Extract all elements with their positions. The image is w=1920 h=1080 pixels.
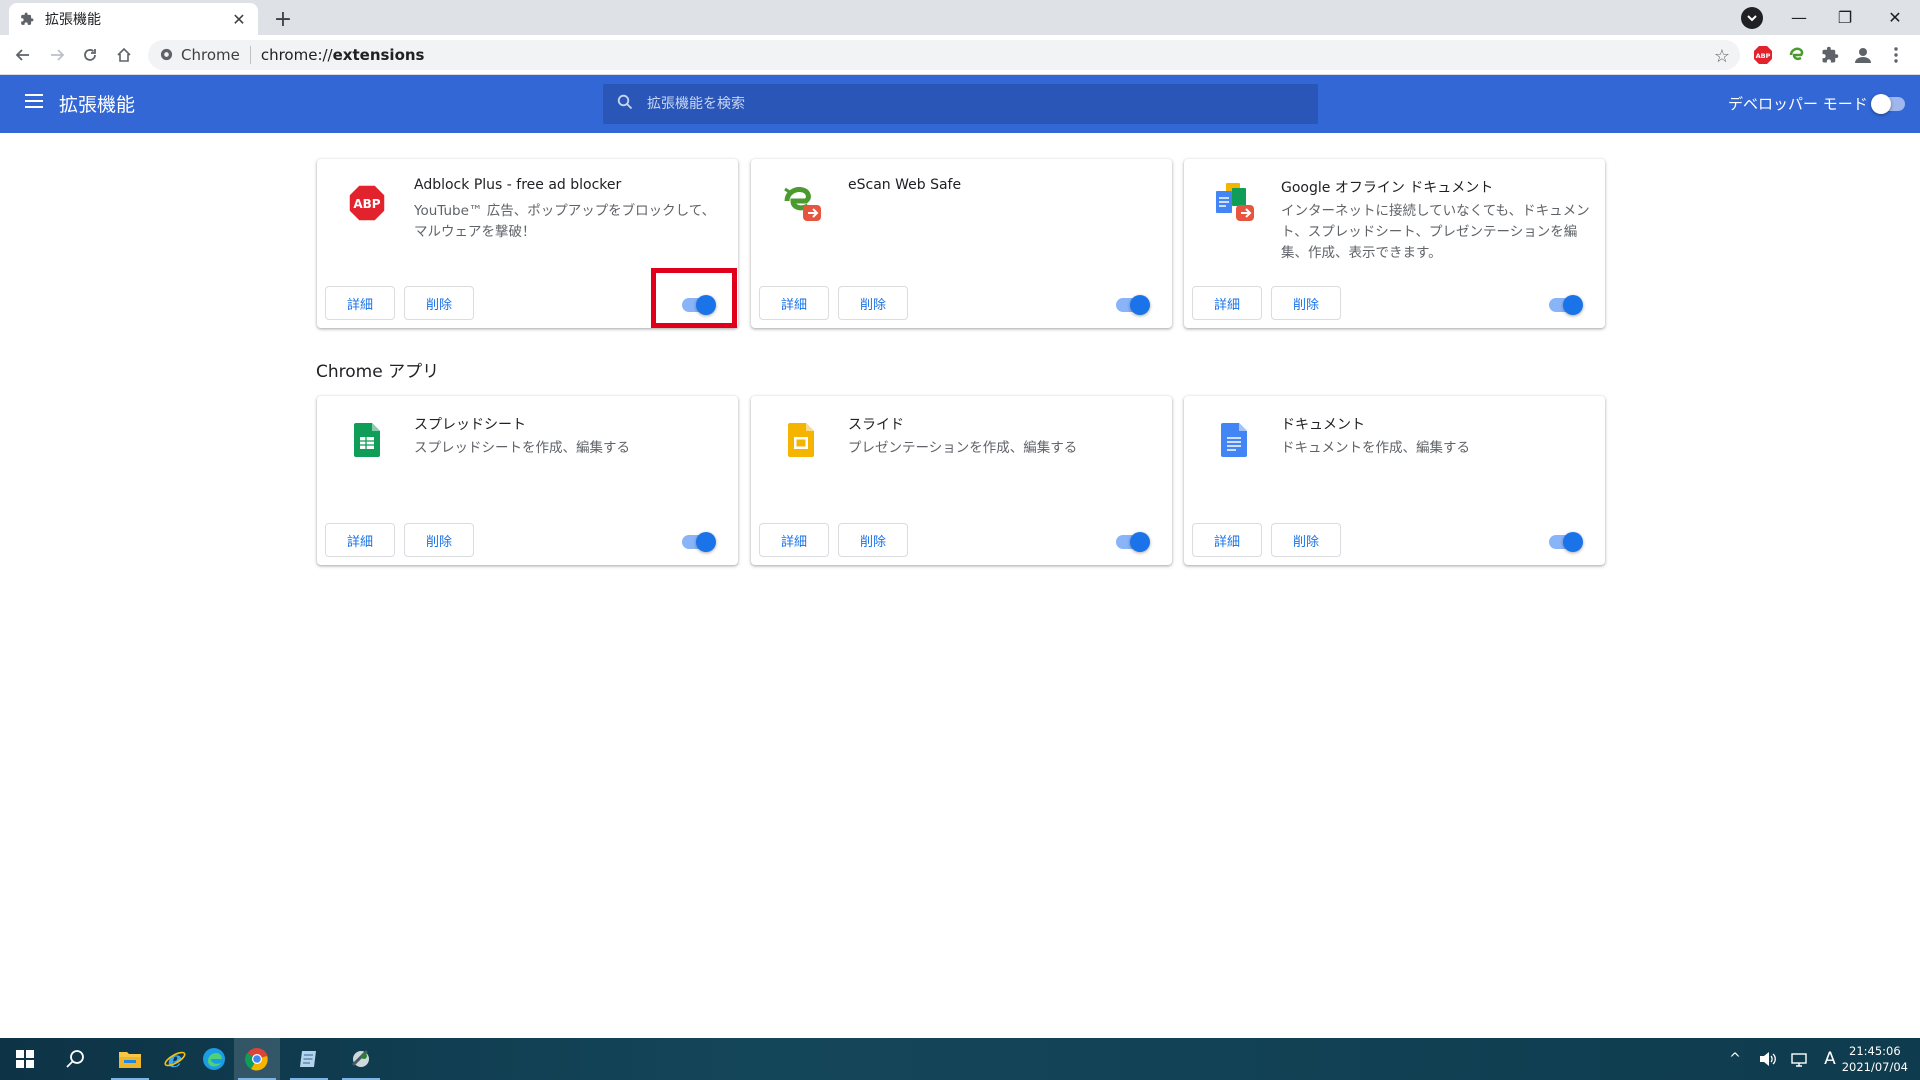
- enable-toggle[interactable]: [1116, 532, 1150, 552]
- highlight-annotation: [651, 268, 737, 328]
- close-window-button[interactable]: ✕: [1872, 0, 1918, 35]
- clock-date: 2021/07/04: [1841, 1060, 1908, 1074]
- taskbar-clock[interactable]: 21:45:06 2021/07/04: [1842, 1043, 1908, 1075]
- reload-icon[interactable]: [76, 41, 104, 69]
- extension-card-offline-docs: Google オフライン ドキュメント インターネットに接続していなくても、ドキ…: [1184, 159, 1605, 328]
- app-name: スプレッドシート: [414, 417, 526, 433]
- more-menu-icon[interactable]: [1884, 43, 1908, 67]
- chrome-apps-heading: Chrome アプリ: [316, 362, 440, 382]
- enable-toggle[interactable]: [682, 532, 716, 552]
- remove-button[interactable]: 削除: [838, 523, 908, 557]
- remove-button[interactable]: 削除: [404, 286, 474, 320]
- extension-name: Adblock Plus - free ad blocker: [414, 177, 622, 193]
- back-icon[interactable]: [9, 41, 37, 69]
- details-button[interactable]: 詳細: [759, 523, 829, 557]
- profile-icon[interactable]: [1851, 43, 1875, 67]
- enable-toggle[interactable]: [1549, 532, 1583, 552]
- tab-search-icon[interactable]: [1741, 7, 1763, 29]
- svg-text:ABP: ABP: [353, 197, 380, 211]
- volume-icon[interactable]: [1756, 1038, 1780, 1080]
- extension-search-bar[interactable]: [603, 84, 1318, 124]
- abp-icon: ABP: [343, 179, 391, 227]
- clock-time: 21:45:06: [1849, 1044, 1901, 1058]
- remove-button[interactable]: 削除: [404, 523, 474, 557]
- network-icon[interactable]: [1788, 1038, 1812, 1080]
- tool-icon[interactable]: [338, 1038, 384, 1080]
- docs-icon: [1210, 416, 1258, 464]
- app-card-docs: ドキュメント ドキュメントを作成、編集する 詳細 削除: [1184, 396, 1605, 565]
- app-description: ドキュメントを作成、編集する: [1281, 440, 1470, 456]
- extension-name: eScan Web Safe: [848, 177, 962, 193]
- details-button[interactable]: 詳細: [759, 286, 829, 320]
- windows-start-icon[interactable]: [2, 1038, 48, 1080]
- details-button[interactable]: 詳細: [325, 523, 395, 557]
- tab-extensions[interactable]: 拡張機能 ✕: [9, 3, 258, 35]
- adblock-plus-icon[interactable]: ABP: [1751, 43, 1775, 67]
- bookmark-star-icon[interactable]: ☆: [1714, 46, 1730, 67]
- app-name: ドキュメント: [1281, 417, 1365, 433]
- escan-icon: [777, 179, 825, 227]
- browser-toolbar: Chrome chrome://extensions ☆ ABP: [0, 35, 1920, 75]
- home-icon[interactable]: [110, 41, 138, 69]
- extension-description: インターネットに接続していなくても、ドキュメント、スプレッドシート、プレゼンテー…: [1281, 203, 1590, 261]
- app-card-slides: スライド プレゼンテーションを作成、編集する 詳細 削除: [751, 396, 1172, 565]
- extensions-puzzle-icon[interactable]: [1818, 43, 1842, 67]
- app-description: スプレッドシートを作成、編集する: [414, 440, 630, 456]
- sheets-icon: [343, 416, 391, 464]
- file-explorer-icon[interactable]: [107, 1038, 153, 1080]
- page-title: 拡張機能: [59, 94, 136, 116]
- hamburger-menu-icon[interactable]: [25, 94, 45, 114]
- notes-icon[interactable]: [286, 1038, 332, 1080]
- puzzle-icon: [19, 11, 35, 27]
- address-bar[interactable]: Chrome chrome://extensions ☆: [148, 40, 1740, 70]
- tab-strip: 拡張機能 ✕ + — ❐ ✕: [0, 0, 1920, 35]
- offline-docs-icon: [1210, 179, 1258, 227]
- app-card-sheets: スプレッドシート スプレッドシートを作成、編集する 詳細 削除: [317, 396, 738, 565]
- remove-button[interactable]: 削除: [838, 286, 908, 320]
- slides-icon: [777, 416, 825, 464]
- new-tab-button[interactable]: +: [269, 5, 297, 33]
- remove-button[interactable]: 削除: [1271, 286, 1341, 320]
- enable-toggle[interactable]: [1549, 295, 1583, 315]
- svg-text:ABP: ABP: [1756, 52, 1771, 60]
- developer-mode-label: デベロッパー モード: [1728, 95, 1868, 113]
- extension-description: YouTube™ 広告、ポップアップをブロックして、マルウェアを撃破！: [414, 203, 716, 240]
- site-info-icon[interactable]: [160, 46, 173, 65]
- windows-taskbar: e ^ A 21:45:06 2021/07/04: [0, 1038, 1920, 1080]
- edge-icon[interactable]: [191, 1038, 237, 1080]
- tab-close-icon[interactable]: ✕: [230, 10, 248, 29]
- url-text: chrome://extensions: [260, 46, 425, 64]
- site-chip: Chrome: [181, 46, 251, 64]
- extension-name: Google オフライン ドキュメント: [1281, 180, 1494, 196]
- search-input[interactable]: [647, 96, 1287, 112]
- search-icon: [617, 94, 633, 114]
- svg-text:e: e: [168, 1047, 182, 1071]
- details-button[interactable]: 詳細: [1192, 286, 1262, 320]
- details-button[interactable]: 詳細: [325, 286, 395, 320]
- forward-icon[interactable]: [43, 41, 71, 69]
- restore-button[interactable]: ❐: [1822, 0, 1868, 35]
- extension-card-escan: eScan Web Safe 詳細 削除: [751, 159, 1172, 328]
- app-description: プレゼンテーションを作成、編集する: [848, 440, 1078, 456]
- ime-indicator[interactable]: A: [1818, 1038, 1842, 1080]
- developer-mode-toggle[interactable]: [1871, 94, 1905, 114]
- escan-icon[interactable]: [1785, 43, 1809, 67]
- details-button[interactable]: 詳細: [1192, 523, 1262, 557]
- extensions-header: 拡張機能 デベロッパー モード: [0, 75, 1920, 133]
- app-name: スライド: [848, 417, 904, 433]
- minimize-button[interactable]: —: [1776, 0, 1822, 35]
- tab-title: 拡張機能: [45, 12, 101, 28]
- tray-chevron-icon[interactable]: ^: [1724, 1038, 1746, 1080]
- enable-toggle[interactable]: [1116, 295, 1150, 315]
- remove-button[interactable]: 削除: [1271, 523, 1341, 557]
- chrome-icon[interactable]: [234, 1038, 280, 1080]
- search-icon[interactable]: [53, 1038, 99, 1080]
